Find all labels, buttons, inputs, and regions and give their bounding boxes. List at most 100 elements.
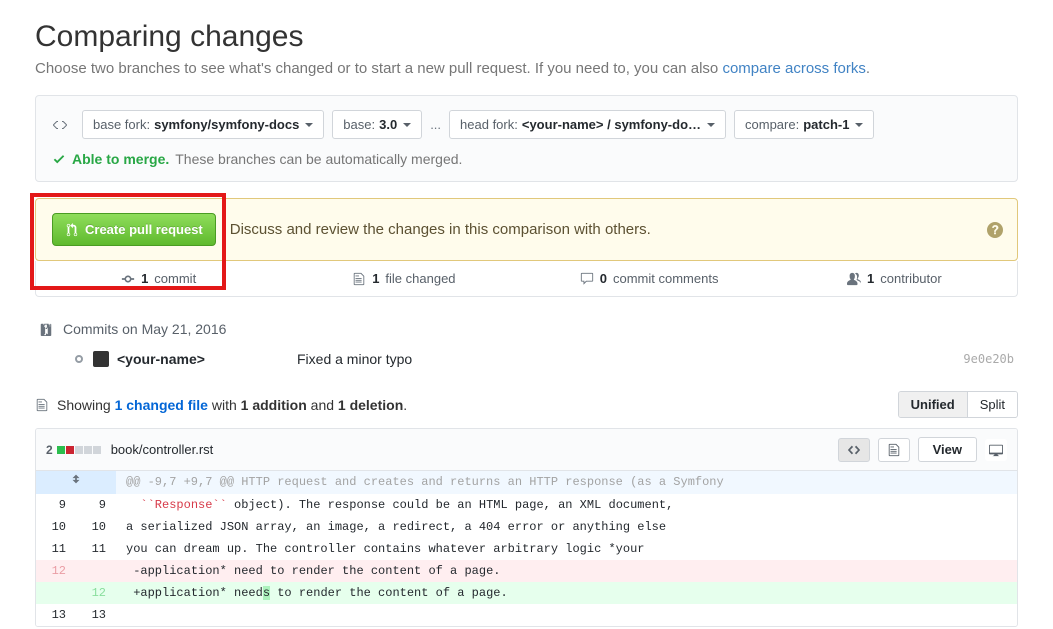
diff-line: 1111you can dream up. The controller con… bbox=[36, 538, 1017, 560]
commit-sha[interactable]: 9e0e20b bbox=[963, 352, 1014, 366]
create-pull-request-button[interactable]: Create pull request bbox=[52, 213, 216, 246]
view-file-button[interactable]: View bbox=[918, 437, 977, 462]
page-subtitle: Choose two branches to see what's change… bbox=[35, 60, 1018, 77]
comment-count: 0 bbox=[600, 271, 607, 286]
check-icon bbox=[52, 152, 66, 166]
diff-code bbox=[116, 604, 1017, 626]
diff-line: 1313 bbox=[36, 604, 1017, 626]
diffstat-number: 2 bbox=[46, 443, 53, 457]
diff-code: -application* need to render the content… bbox=[116, 560, 1017, 582]
people-icon bbox=[847, 272, 861, 286]
compare-value: patch-1 bbox=[803, 117, 849, 132]
changes-text: Showing 1 changed file with 1 addition a… bbox=[57, 397, 407, 413]
changes-post: . bbox=[403, 397, 407, 413]
caret-icon bbox=[855, 123, 863, 127]
pull-request-icon bbox=[65, 223, 79, 237]
diff-table: @@ -9,7 +9,7 @@ HTTP request and creates… bbox=[36, 471, 1017, 626]
source-view-button[interactable] bbox=[838, 438, 870, 462]
commit-message[interactable]: Fixed a minor typo bbox=[297, 351, 963, 367]
create-pr-label: Create pull request bbox=[85, 222, 203, 237]
merge-status: Able to merge. These branches can be aut… bbox=[52, 151, 1001, 167]
diff-code: you can dream up. The controller contain… bbox=[116, 538, 1017, 560]
commit-date-header: Commits on May 21, 2016 bbox=[35, 313, 1018, 345]
merge-detail: These branches can be automatically merg… bbox=[175, 151, 462, 167]
diff-view-toggle: Unified Split bbox=[898, 391, 1018, 418]
split-view-button[interactable]: Split bbox=[967, 392, 1017, 417]
base-label: base: bbox=[343, 117, 375, 132]
diff-code: ``Response`` object). The response could… bbox=[116, 494, 1017, 516]
base-fork-value: symfony/symfony-docs bbox=[154, 117, 299, 132]
head-fork-label: head fork: bbox=[460, 117, 518, 132]
line-num-new: 12 bbox=[76, 582, 116, 604]
caret-icon bbox=[305, 123, 313, 127]
subtitle-text: Choose two branches to see what's change… bbox=[35, 60, 722, 77]
line-num-new: 9 bbox=[76, 494, 116, 516]
hunk-text: @@ -9,7 +9,7 @@ HTTP request and creates… bbox=[116, 471, 1017, 494]
commit-row: <your-name> Fixed a minor typo 9e0e20b bbox=[35, 345, 1018, 373]
stat-comments: 0 commit comments bbox=[527, 261, 772, 296]
line-num-new: 11 bbox=[76, 538, 116, 560]
repo-push-icon bbox=[39, 322, 53, 336]
commit-section: Commits on May 21, 2016 <your-name> Fixe… bbox=[35, 313, 1018, 373]
line-num-new: 10 bbox=[76, 516, 116, 538]
avatar bbox=[93, 351, 109, 367]
diffstat-blocks bbox=[57, 446, 101, 454]
changes-and: and bbox=[307, 397, 338, 413]
head-fork-value: <your-name> / symfony-do… bbox=[522, 117, 701, 132]
hunk-header: @@ -9,7 +9,7 @@ HTTP request and creates… bbox=[36, 471, 1017, 494]
expand-icon[interactable] bbox=[69, 472, 83, 486]
caret-icon bbox=[403, 123, 411, 127]
compare-forks-link[interactable]: compare across forks bbox=[722, 60, 865, 77]
base-value: 3.0 bbox=[379, 117, 397, 132]
changed-file-link[interactable]: 1 changed file bbox=[115, 397, 208, 413]
changes-mid: with bbox=[208, 397, 241, 413]
diff-code: a serialized JSON array, an image, a red… bbox=[116, 516, 1017, 538]
dots-separator: ... bbox=[430, 117, 441, 132]
stat-commits: 1 commit bbox=[36, 261, 281, 296]
diff-line-added: 12 +application* needs to render the con… bbox=[36, 582, 1017, 604]
subtitle-post: . bbox=[866, 60, 870, 77]
device-desktop-button[interactable] bbox=[985, 439, 1007, 461]
stat-files: 1 file changed bbox=[281, 261, 526, 296]
diff-line: 99 ``Response`` object). The response co… bbox=[36, 494, 1017, 516]
timeline-node-icon bbox=[75, 355, 83, 363]
line-num-new: 13 bbox=[76, 604, 116, 626]
compare-branch-dropdown[interactable]: compare: patch-1 bbox=[734, 110, 874, 139]
diff-line: 1010a serialized JSON array, an image, a… bbox=[36, 516, 1017, 538]
pr-discuss-text: Discuss and review the changes in this c… bbox=[230, 221, 651, 238]
line-num-old: 10 bbox=[36, 516, 76, 538]
commit-author[interactable]: <your-name> bbox=[117, 351, 297, 367]
commit-count: 1 bbox=[141, 271, 148, 286]
diff-file-box: 2 book/controller.rst View @@ -9,7 +9,7 … bbox=[35, 428, 1018, 627]
deletions-count: 1 deletion bbox=[338, 397, 403, 413]
line-num-old: 11 bbox=[36, 538, 76, 560]
stat-contributors: 1 contributor bbox=[772, 261, 1017, 296]
compare-label: compare: bbox=[745, 117, 799, 132]
additions-count: 1 addition bbox=[241, 397, 307, 413]
create-pr-prompt: Create pull request Discuss and review t… bbox=[35, 198, 1018, 261]
file-header: 2 book/controller.rst View bbox=[36, 429, 1017, 471]
commit-label: commit bbox=[154, 271, 196, 286]
commit-date-label: Commits on May 21, 2016 bbox=[63, 321, 226, 337]
page-title: Comparing changes bbox=[35, 20, 1018, 54]
unified-view-button[interactable]: Unified bbox=[899, 392, 967, 417]
comment-label: commit comments bbox=[613, 271, 718, 286]
contrib-count: 1 bbox=[867, 271, 874, 286]
line-num-old: 9 bbox=[36, 494, 76, 516]
file-count: 1 bbox=[372, 271, 379, 286]
rendered-view-button[interactable] bbox=[878, 438, 910, 462]
changes-summary: Showing 1 changed file with 1 addition a… bbox=[35, 391, 1018, 418]
commit-icon bbox=[121, 272, 135, 286]
file-diff-icon bbox=[35, 398, 49, 412]
line-num-new bbox=[76, 560, 116, 582]
base-branch-dropdown[interactable]: base: 3.0 bbox=[332, 110, 422, 139]
head-fork-dropdown[interactable]: head fork: <your-name> / symfony-do… bbox=[449, 110, 726, 139]
file-path[interactable]: book/controller.rst bbox=[111, 442, 214, 457]
compare-icon bbox=[52, 117, 68, 133]
line-num-old: 12 bbox=[36, 560, 76, 582]
comment-icon bbox=[580, 272, 594, 286]
base-fork-dropdown[interactable]: base fork: symfony/symfony-docs bbox=[82, 110, 324, 139]
caret-icon bbox=[707, 123, 715, 127]
base-fork-label: base fork: bbox=[93, 117, 150, 132]
help-icon[interactable] bbox=[987, 222, 1003, 238]
